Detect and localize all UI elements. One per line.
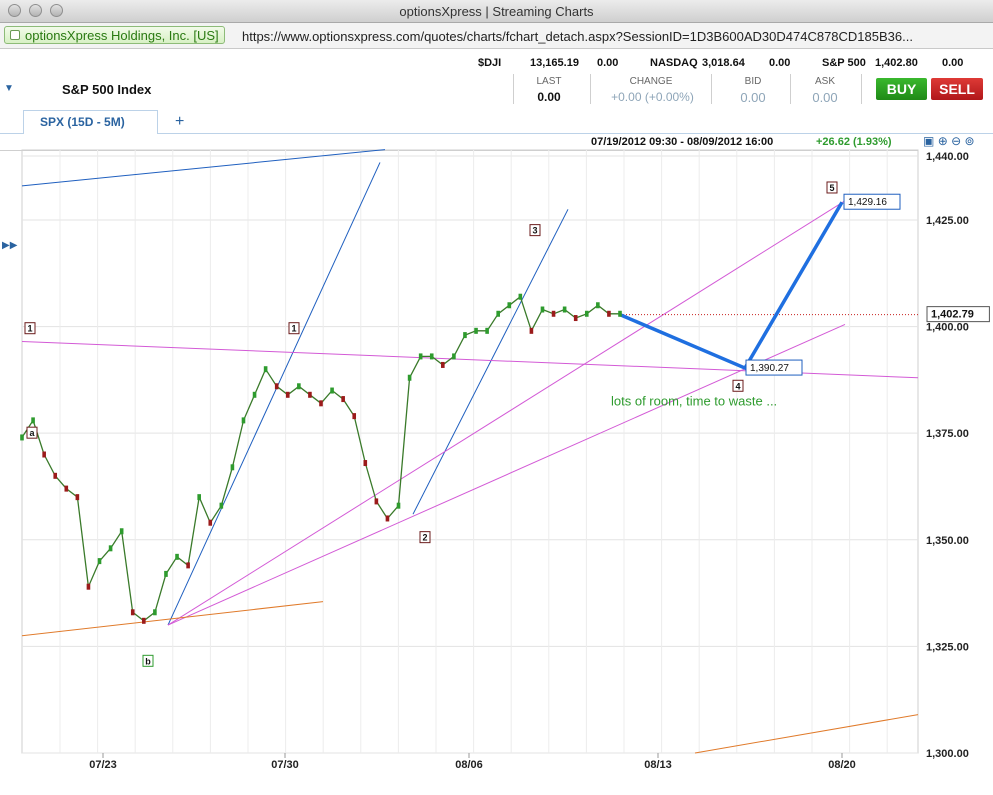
price-bar — [53, 472, 58, 479]
price-bar — [529, 327, 534, 334]
price-bar — [164, 570, 168, 577]
wave-label-text: 4 — [735, 381, 740, 391]
y-tick-label: 1,300.00 — [926, 748, 969, 760]
price-bar — [197, 494, 201, 501]
price-bar — [31, 417, 35, 424]
price-bar — [596, 302, 600, 309]
price-bar — [20, 434, 24, 441]
y-tick-label: 1,325.00 — [926, 641, 969, 653]
wave-label-text: 1 — [291, 324, 296, 334]
projection-high-label-text: 1,429.16 — [848, 197, 887, 208]
wave-label: 4 — [732, 379, 744, 392]
wave-label: a — [26, 426, 38, 439]
price-bar — [429, 353, 434, 360]
price-bar — [330, 387, 334, 394]
projection-low-label-text: 1,390.27 — [750, 363, 789, 374]
price-bar — [540, 306, 545, 313]
projection-low-label: 1,390.27 — [745, 359, 803, 376]
price-bar — [562, 306, 567, 313]
plot-frame — [21, 149, 919, 754]
price-bar — [363, 460, 368, 467]
wave-label: 1 — [24, 322, 36, 335]
price-bar — [396, 502, 401, 509]
price-bar — [407, 374, 412, 381]
price-bar — [86, 583, 91, 590]
x-tick-label: 08/13 — [644, 759, 672, 771]
projection-high-label: 1,429.16 — [843, 193, 901, 210]
trendline-magenta — [167, 323, 846, 626]
price-bar — [573, 315, 578, 322]
wave-label-text: 3 — [532, 226, 537, 236]
price-bar — [75, 494, 80, 501]
price-bar — [485, 327, 489, 334]
price-bar — [584, 310, 589, 317]
price-bar — [42, 451, 46, 458]
price-bar — [208, 519, 213, 526]
chart-annotation: lots of room, time to waste ... — [611, 393, 777, 408]
price-bar — [252, 391, 257, 398]
x-tick-label: 08/06 — [455, 759, 483, 771]
wave-label: 1 — [288, 322, 300, 335]
current-price-label-text: 1,402.79 — [931, 309, 974, 321]
y-tick-label: 1,400.00 — [926, 322, 969, 334]
trendline-blue — [21, 149, 386, 187]
price-bar — [341, 396, 345, 403]
price-chart[interactable]: 1,440.00 1,425.00 1,400.00 1,375.00 1,350.00… — [0, 0, 993, 795]
price-bar — [551, 310, 556, 317]
x-tick-label: 08/20 — [828, 759, 856, 771]
price-bar — [64, 485, 69, 492]
wave-label-text: 5 — [829, 183, 834, 193]
x-tick-label: 07/23 — [89, 759, 117, 771]
price-bar — [186, 562, 190, 569]
y-tick-label: 1,375.00 — [926, 428, 969, 440]
price-bar — [474, 327, 478, 334]
price-bar — [441, 361, 445, 368]
wave-label: 3 — [529, 224, 541, 237]
price-bar — [130, 609, 135, 616]
price-bar — [463, 332, 467, 339]
price-bar — [418, 353, 423, 360]
price-bar — [153, 609, 157, 616]
price-bar — [142, 617, 146, 624]
trendline-blue — [167, 162, 381, 626]
wave-label: 2 — [419, 531, 431, 544]
wave-label-text: 1 — [27, 324, 32, 334]
price-bar — [352, 413, 357, 420]
price-bar — [108, 545, 113, 552]
y-tick-label: 1,425.00 — [926, 215, 969, 227]
price-bar — [308, 391, 312, 398]
price-bar — [241, 417, 246, 424]
price-bar — [374, 498, 379, 505]
price-bar — [297, 383, 301, 390]
y-tick-label: 1,440.00 — [926, 151, 969, 163]
trendline-orange — [694, 714, 919, 754]
x-tick-label: 07/30 — [271, 759, 299, 771]
wave-label-text: 2 — [422, 533, 427, 543]
wave-label: b — [142, 654, 154, 667]
wave-label-text: b — [145, 656, 151, 666]
wave-label: 5 — [826, 181, 838, 194]
price-bar — [263, 366, 268, 373]
price-bar — [507, 302, 512, 309]
price-bar — [274, 383, 279, 390]
price-bar — [452, 353, 456, 360]
y-tick-label: 1,350.00 — [926, 535, 969, 547]
price-bar — [518, 293, 523, 300]
price-bar — [607, 310, 611, 317]
projection-path — [619, 201, 844, 371]
current-price-label: 1,402.79 — [926, 306, 990, 323]
price-bar — [496, 310, 500, 317]
price-bar — [119, 528, 124, 535]
price-bar — [385, 515, 390, 522]
price-bar — [97, 558, 102, 565]
price-bar — [618, 310, 622, 317]
price-bar — [175, 553, 179, 560]
price-bar — [230, 464, 235, 471]
price-bar — [285, 391, 290, 398]
trendline-magenta — [167, 200, 846, 626]
price-bar — [219, 502, 224, 509]
price-bar — [319, 400, 323, 407]
